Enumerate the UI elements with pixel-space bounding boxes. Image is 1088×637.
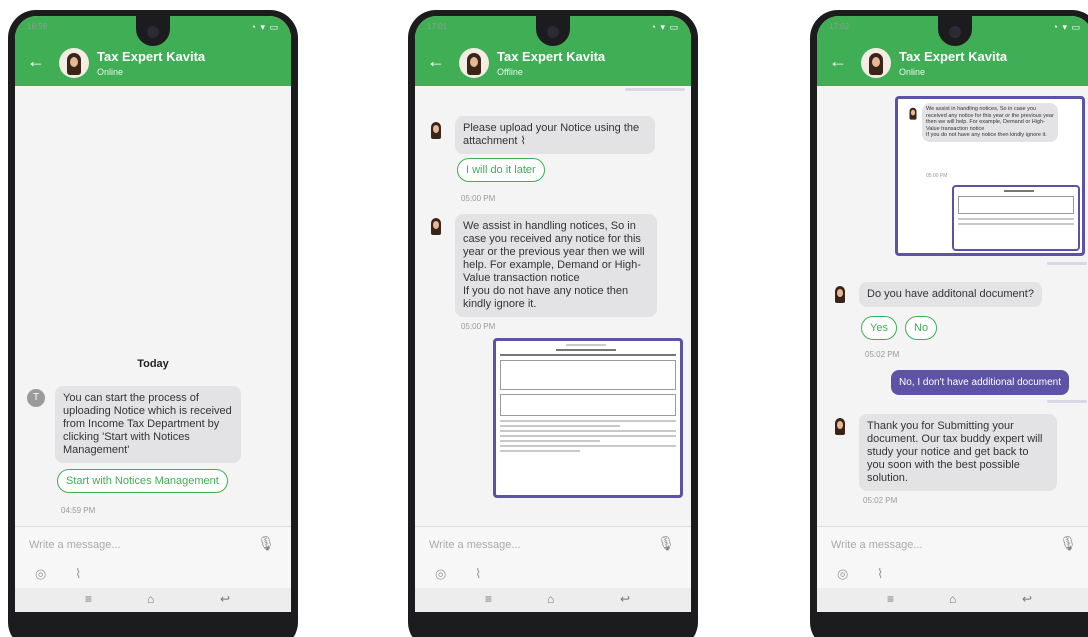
paperclip-icon[interactable]: ⌇ bbox=[75, 566, 81, 582]
yes-button[interactable]: Yes bbox=[861, 316, 897, 340]
contact-name: Tax Expert Kavita bbox=[97, 49, 206, 64]
contact-name: Tax Expert Kavita bbox=[497, 49, 606, 64]
expert-avatar-icon bbox=[833, 418, 847, 436]
camera-icon[interactable]: ◎ bbox=[35, 566, 46, 582]
message-text: Please upload your Notice using the atta… bbox=[463, 122, 640, 147]
home-icon[interactable]: ⌂ bbox=[147, 592, 154, 606]
home-icon[interactable]: ⌂ bbox=[949, 592, 956, 606]
message-composer[interactable]: Write a message... 🎙 bbox=[415, 526, 691, 562]
back-arrow-icon[interactable]: ← bbox=[829, 52, 847, 70]
back-icon[interactable]: ↩ bbox=[220, 592, 230, 606]
paperclip-icon[interactable]: ⌇ bbox=[475, 566, 481, 582]
message-list[interactable]: We assist in handling notices, So in cas… bbox=[817, 86, 1088, 526]
back-arrow-icon[interactable]: ← bbox=[27, 52, 45, 70]
message-timestamp: 05:02 PM bbox=[863, 496, 898, 505]
status-icons: ◔ ▾ ▭ bbox=[650, 22, 679, 32]
paperclip-icon[interactable]: ⌇ bbox=[877, 566, 883, 582]
contact-status: Offline bbox=[497, 67, 523, 77]
contact-name: Tax Expert Kavita bbox=[899, 49, 1008, 64]
back-arrow-icon[interactable]: ← bbox=[427, 52, 445, 70]
message-input[interactable]: Write a message... bbox=[831, 539, 923, 551]
expert-avatar-icon bbox=[429, 122, 443, 140]
incoming-message: You can start the process of uploading N… bbox=[55, 386, 241, 463]
message-input[interactable]: Write a message... bbox=[29, 539, 121, 551]
system-nav-bar: ≡ ⌂ ↩ bbox=[817, 588, 1088, 612]
message-input[interactable]: Write a message... bbox=[429, 539, 521, 551]
contact-status: Online bbox=[97, 67, 124, 77]
microphone-icon[interactable]: 🎙 bbox=[1059, 535, 1077, 552]
incoming-message: Thank you for Submitting your document. … bbox=[859, 414, 1057, 491]
phone-2: 17:01 ◔ ▾ ▭ ← Tax Expert Kavita Offline … bbox=[408, 10, 698, 637]
quoted-message: We assist in handling notices, So in cas… bbox=[922, 103, 1058, 142]
menu-icon[interactable]: ≡ bbox=[887, 592, 894, 606]
phone-screen: 17:02 ◔ ▾ ▭ ← Tax Expert Kavita Online W… bbox=[817, 16, 1088, 612]
back-icon[interactable]: ↩ bbox=[620, 592, 630, 606]
message-timestamp: 04:59 PM bbox=[61, 506, 96, 515]
incoming-message: We assist in handling notices, So in cas… bbox=[455, 214, 657, 317]
expert-avatar-icon bbox=[833, 286, 847, 304]
notice-document-image[interactable] bbox=[493, 338, 683, 498]
date-separator: Today bbox=[137, 358, 169, 370]
expert-avatar-icon bbox=[429, 218, 443, 236]
composer-tools: ◎ ⌇ bbox=[415, 562, 691, 588]
message-list[interactable]: Today T You can start the process of upl… bbox=[15, 86, 291, 526]
incoming-message: Do you have additonal document? bbox=[859, 282, 1042, 307]
quoted-screenshot-image[interactable]: We assist in handling notices, So in cas… bbox=[895, 96, 1085, 256]
microphone-icon[interactable]: 🎙 bbox=[257, 535, 275, 552]
avatar[interactable] bbox=[59, 48, 89, 78]
message-timestamp: 05:00 PM bbox=[461, 194, 496, 203]
message-status bbox=[1047, 400, 1087, 403]
contact-status: Online bbox=[899, 67, 926, 77]
expert-avatar-icon bbox=[908, 107, 918, 121]
system-nav-bar: ≡ ⌂ ↩ bbox=[415, 588, 691, 612]
message-composer[interactable]: Write a message... 🎙 bbox=[817, 526, 1088, 562]
microphone-icon[interactable]: 🎙 bbox=[657, 535, 675, 552]
start-notices-button[interactable]: Start with Notices Management bbox=[57, 469, 228, 493]
avatar[interactable] bbox=[861, 48, 891, 78]
menu-icon[interactable]: ≡ bbox=[485, 592, 492, 606]
chat-header: ← Tax Expert Kavita Online bbox=[817, 40, 1088, 86]
no-button[interactable]: No bbox=[905, 316, 938, 340]
do-it-later-button[interactable]: I will do it later bbox=[457, 158, 545, 182]
message-composer[interactable]: Write a message... 🎙 bbox=[15, 526, 291, 562]
system-nav-bar: ≡ ⌂ ↩ bbox=[15, 588, 291, 612]
avatar[interactable] bbox=[459, 48, 489, 78]
notice-document-thumbnail bbox=[952, 185, 1080, 251]
message-list[interactable]: Please upload your Notice using the atta… bbox=[415, 86, 691, 526]
chat-header: ← Tax Expert Kavita Offline bbox=[415, 40, 691, 86]
status-icons: ◔ ▾ ▭ bbox=[250, 22, 279, 32]
home-icon[interactable]: ⌂ bbox=[547, 592, 554, 606]
bot-avatar-icon: T bbox=[27, 389, 45, 407]
paperclip-icon: ⌇ bbox=[520, 135, 526, 147]
chat-header: ← Tax Expert Kavita Online bbox=[15, 40, 291, 86]
quoted-timestamp: 05:00 PM bbox=[926, 173, 948, 179]
status-icons: ◔ ▾ ▭ bbox=[1052, 22, 1081, 32]
incoming-message: Please upload your Notice using the atta… bbox=[455, 116, 655, 154]
composer-tools: ◎ ⌇ bbox=[15, 562, 291, 588]
camera-icon[interactable]: ◎ bbox=[837, 566, 848, 582]
scrolled-message-edge bbox=[625, 88, 685, 91]
phone-screen: 17:01 ◔ ▾ ▭ ← Tax Expert Kavita Offline … bbox=[415, 16, 691, 612]
outgoing-message: No, I don't have additional document bbox=[891, 370, 1070, 395]
phone-screen: 16:59 ◔ ▾ ▭ ← Tax Expert Kavita Online T… bbox=[15, 16, 291, 612]
status-time: 16:59 bbox=[27, 22, 48, 31]
menu-icon[interactable]: ≡ bbox=[85, 592, 92, 606]
status-time: 17:01 bbox=[427, 22, 448, 31]
phone-3: 17:02 ◔ ▾ ▭ ← Tax Expert Kavita Online W… bbox=[810, 10, 1088, 637]
phone-1: 16:59 ◔ ▾ ▭ ← Tax Expert Kavita Online T… bbox=[8, 10, 298, 637]
back-icon[interactable]: ↩ bbox=[1022, 592, 1032, 606]
message-status bbox=[1047, 262, 1087, 265]
message-timestamp: 05:02 PM bbox=[865, 350, 900, 359]
composer-tools: ◎ ⌇ bbox=[817, 562, 1088, 588]
camera-icon[interactable]: ◎ bbox=[435, 566, 446, 582]
message-timestamp: 05:00 PM bbox=[461, 322, 496, 331]
status-time: 17:02 bbox=[829, 22, 850, 31]
